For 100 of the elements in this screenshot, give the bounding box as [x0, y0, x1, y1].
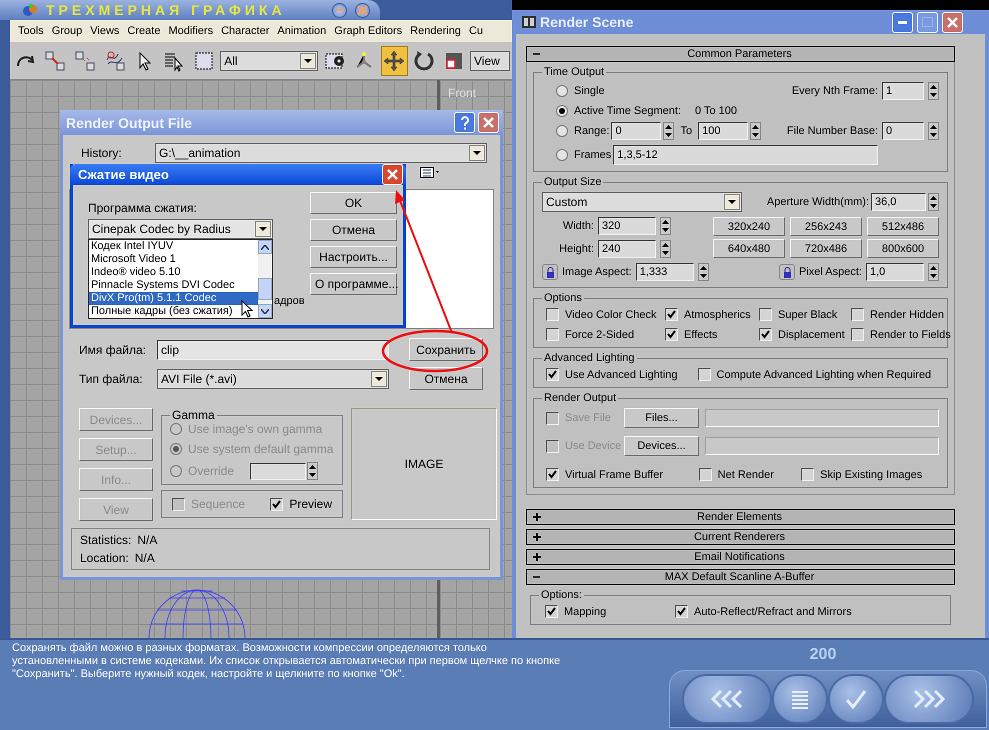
dialog-button[interactable]: О программе...	[310, 273, 397, 295]
checkbox[interactable]	[546, 468, 559, 481]
lock-button[interactable]	[542, 264, 558, 280]
scroll-down-button[interactable]	[258, 304, 272, 318]
nav-button[interactable]	[884, 674, 974, 724]
radio-button[interactable]	[556, 85, 568, 97]
help-button[interactable]	[454, 112, 475, 133]
checkbox[interactable]	[851, 328, 864, 341]
coordinate-dropdown[interactable]: View	[470, 50, 510, 70]
menu-item[interactable]: Animation	[273, 25, 330, 37]
close-button[interactable]	[355, 2, 370, 18]
codec-item[interactable]: Кодек Intel IYUV	[89, 240, 258, 253]
input-field[interactable]: 0	[882, 122, 924, 140]
checkbox[interactable]	[665, 328, 678, 341]
menu-item[interactable]: Character	[217, 25, 274, 37]
filter-dropdown[interactable]: All	[220, 50, 318, 70]
checkbox[interactable]	[759, 308, 772, 321]
checkbox[interactable]	[851, 308, 864, 321]
dialog-button[interactable]: Настроить...	[310, 246, 397, 268]
input-field[interactable]: 1,0	[866, 263, 924, 281]
menu-item[interactable]: Tools	[14, 25, 48, 37]
input-field[interactable]: 36,0	[871, 193, 926, 211]
codec-list[interactable]: Кодек Intel IYUV Microsoft Video 1 Indeo® video 5.10 Pinnacle Systems DVI Codec DivX Pro(tm) 5.1.1 Codec Полные кадры (без сжатия)	[88, 239, 273, 319]
spinner-button[interactable]	[928, 263, 939, 281]
menu-item[interactable]: Views	[86, 25, 124, 37]
rollout-header[interactable]: Common Parameters	[526, 46, 955, 62]
input-field[interactable]: 1	[882, 82, 924, 100]
checkbox[interactable]	[545, 605, 558, 618]
spinner-button[interactable]	[660, 217, 671, 235]
checkbox[interactable]	[546, 308, 559, 321]
input-field[interactable]: 1,3,5-12	[613, 145, 878, 165]
menu-item[interactable]: Rendering	[406, 25, 465, 37]
minimize-button[interactable]	[332, 2, 347, 18]
checkbox[interactable]	[665, 308, 678, 321]
codec-item[interactable]: Pinnacle Systems DVI Codec	[89, 279, 258, 292]
dropdown-button[interactable]	[255, 221, 271, 237]
spinner-button[interactable]	[750, 122, 762, 140]
spinner-button[interactable]	[660, 240, 671, 258]
scroll-up-button[interactable]	[258, 240, 272, 254]
checkbox[interactable]	[801, 468, 814, 481]
menu-item[interactable]: Modifiers	[164, 25, 218, 37]
rollout-header[interactable]: Current Renderers	[526, 529, 955, 545]
preset-button[interactable]: 512x486	[867, 217, 939, 236]
checkbox[interactable]	[698, 368, 711, 381]
preset-dropdown[interactable]: Custom	[542, 192, 742, 212]
save-button[interactable]: Сохранить	[409, 338, 483, 361]
checkbox[interactable]	[270, 498, 284, 510]
preset-button[interactable]: 320x240	[713, 217, 785, 236]
spinner-button[interactable]	[928, 82, 939, 100]
preset-button[interactable]: 256x243	[790, 217, 862, 236]
preset-button[interactable]: 640x480	[713, 239, 785, 258]
checkbox[interactable]	[698, 468, 712, 481]
toolbar-button[interactable]	[380, 46, 408, 76]
codec-item[interactable]: Microsoft Video 1	[89, 253, 258, 266]
input-field[interactable]: 320	[598, 217, 656, 235]
checkbox[interactable]	[759, 328, 772, 341]
dropdown-button[interactable]	[469, 145, 485, 161]
cancel-button[interactable]: Отмена	[409, 367, 483, 390]
filetype-dropdown[interactable]: AVI File (*.avi)	[157, 368, 389, 388]
dropdown-button[interactable]	[724, 194, 740, 210]
input-field[interactable]	[705, 409, 939, 427]
codec-item[interactable]: Indeo® video 5.10	[89, 266, 258, 279]
rollout-header[interactable]: MAX Default Scanline A-Buffer	[526, 569, 955, 585]
spinner-button[interactable]	[698, 263, 709, 281]
lock-button[interactable]	[779, 264, 796, 280]
input-field[interactable]	[705, 437, 939, 455]
codec-dropdown[interactable]: Cinepak Codec by Radius	[88, 219, 273, 239]
input-field[interactable]: 0	[611, 122, 662, 140]
menu-item[interactable]: Create	[123, 25, 164, 37]
dropdown-button[interactable]	[300, 52, 316, 68]
hidden-label: адров	[274, 295, 304, 307]
checkbox[interactable]	[546, 328, 559, 341]
preset-button[interactable]: 800x600	[867, 239, 939, 258]
spinner-button[interactable]	[663, 122, 674, 140]
nav-button[interactable]	[828, 674, 884, 724]
maximize-button[interactable]	[917, 12, 938, 32]
scrollbar-thumb[interactable]	[258, 278, 272, 300]
spinner-button[interactable]	[928, 122, 939, 140]
input-field[interactable]: 240	[598, 240, 656, 258]
radio-button[interactable]	[556, 105, 568, 117]
dialog-button[interactable]: Отмена	[310, 219, 397, 241]
menu-item[interactable]: Cu	[464, 25, 487, 37]
rollout-header[interactable]: Email Notifications	[526, 549, 955, 565]
preset-button[interactable]: 720x486	[790, 239, 862, 258]
codec-item[interactable]: Полные кадры (без сжатия)	[89, 305, 258, 318]
dropdown-button[interactable]	[371, 370, 387, 386]
radio-button[interactable]	[556, 149, 568, 161]
menu-item[interactable]: Graph Editors	[330, 25, 406, 37]
input-field[interactable]: 100	[698, 122, 748, 140]
checkbox[interactable]	[675, 605, 688, 618]
checkbox[interactable]	[546, 368, 559, 381]
codec-item[interactable]: DivX Pro(tm) 5.1.1 Codec	[89, 292, 258, 305]
menu-item[interactable]: Group	[48, 25, 86, 37]
spinner-button[interactable]	[928, 193, 939, 211]
history-dropdown[interactable]: G:\__animation	[155, 143, 487, 163]
input-field[interactable]: 1,333	[636, 263, 694, 281]
rollout-header[interactable]: Render Elements	[526, 509, 955, 525]
dialog-button[interactable]: OK	[310, 192, 397, 214]
radio-button[interactable]	[556, 125, 568, 137]
filename-field[interactable]: clip	[157, 340, 389, 360]
